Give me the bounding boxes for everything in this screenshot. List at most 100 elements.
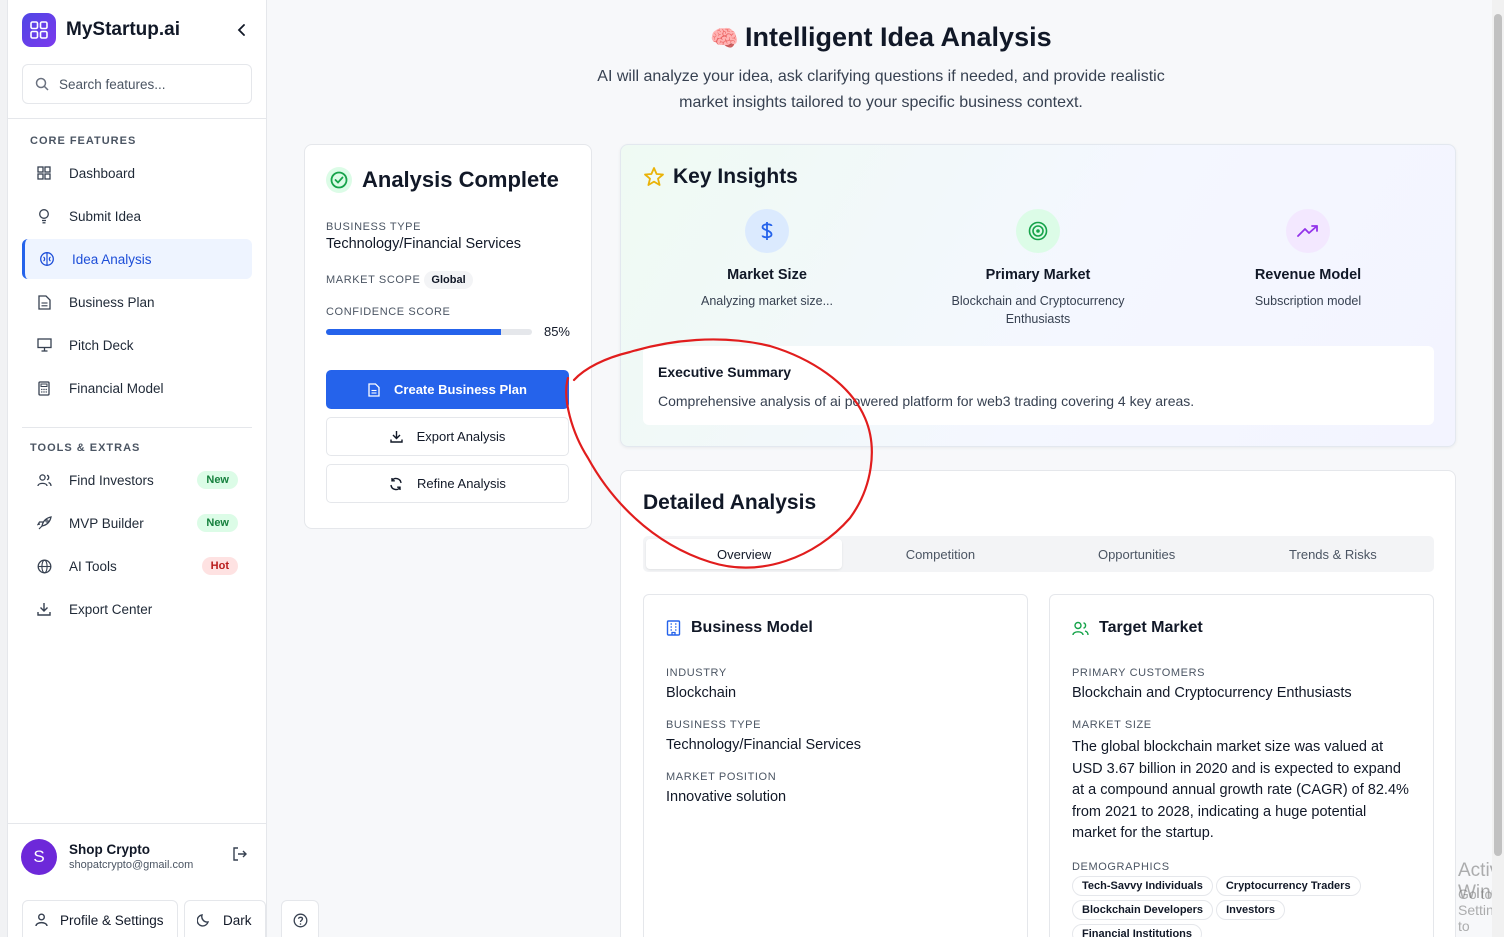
sidebar-item-business-plan[interactable]: Business Plan (22, 282, 252, 322)
section-title-tools: TOOLS & EXTRAS (30, 442, 141, 454)
sidebar-item-label: Business Plan (69, 294, 155, 310)
star-icon (644, 167, 664, 186)
insight-primary-market: Primary Market Blockchain and Cryptocurr… (918, 209, 1158, 328)
industry-label: INDUSTRY (666, 667, 727, 679)
logout-button[interactable] (232, 847, 247, 866)
profile-settings-label: Profile & Settings (60, 912, 164, 928)
primary-customers-value: Blockchain and Cryptocurrency Enthusiast… (1072, 685, 1352, 701)
users-icon (36, 472, 52, 488)
market-size-label: MARKET SIZE (1072, 719, 1152, 731)
analysis-complete-title: Analysis Complete (362, 167, 559, 192)
tab-opportunities[interactable]: Opportunities (1039, 539, 1235, 569)
logout-icon (233, 847, 247, 861)
executive-summary: Executive Summary Comprehensive analysis… (643, 346, 1434, 425)
market-size-value: The global blockchain market size was va… (1072, 739, 1409, 841)
confidence-percent: 85% (543, 324, 570, 339)
demographic-tag: Tech-Savvy Individuals (1072, 875, 1213, 896)
executive-summary-title: Executive Summary (658, 364, 792, 380)
demographic-tag: Investors (1216, 899, 1285, 920)
check-circle-icon (326, 167, 352, 193)
sidebar-item-dashboard[interactable]: Dashboard (22, 153, 252, 193)
tab-trends-risks[interactable]: Trends & Risks (1235, 539, 1431, 569)
target-market-card: Target Market PRIMARY CUSTOMERS Blockcha… (1049, 594, 1434, 937)
sidebar-item-label: Idea Analysis (72, 251, 152, 267)
sidebar-item-label: MVP Builder (69, 515, 144, 531)
sidebar-item-export-center[interactable]: Export Center (22, 589, 252, 629)
analysis-complete-card: Analysis Complete BUSINESS TYPE Technolo… (304, 144, 592, 529)
tab-competition[interactable]: Competition (842, 539, 1038, 569)
document-icon (368, 382, 380, 397)
key-insights-card: Key Insights Market Size Analyzing marke… (620, 144, 1456, 447)
sidebar-item-submit-idea[interactable]: Submit Idea (22, 196, 252, 236)
user-profile: S Shop Crypto shopatcrypto@gmail.com (8, 823, 266, 889)
search-input[interactable] (59, 76, 239, 92)
section-title-core: CORE FEATURES (30, 135, 137, 147)
search-icon (35, 77, 49, 91)
grid-icon (36, 165, 52, 181)
calculator-icon (36, 380, 52, 396)
sidebar-item-ai-tools[interactable]: AI Tools Hot (22, 546, 252, 586)
demographics-label: DEMOGRAPHICS (1072, 860, 1170, 873)
user-email: shopatcrypto@gmail.com (69, 859, 194, 871)
new-badge: New (197, 471, 238, 489)
rocket-icon (36, 515, 52, 531)
user-icon (35, 913, 48, 927)
business-type-value: Technology/Financial Services (666, 737, 862, 753)
sidebar-item-label: AI Tools (69, 558, 117, 574)
download-icon (389, 430, 403, 443)
moon-icon (197, 913, 211, 927)
main-content: 🧠 Intelligent Idea Analysis AI will analy… (267, 0, 1504, 937)
profile-settings-button[interactable]: Profile & Settings (22, 900, 178, 937)
refresh-icon (389, 477, 403, 491)
dark-mode-label: Dark (223, 912, 252, 928)
search-box[interactable] (22, 64, 252, 104)
window-edge (0, 0, 8, 937)
avatar[interactable]: S (21, 838, 57, 875)
business-model-card: Business Model INDUSTRY Blockchain BUSIN… (643, 594, 1028, 937)
insight-title: Market Size (727, 267, 807, 283)
dollar-icon (745, 209, 789, 253)
business-type-value: Technology/Financial Services (326, 236, 522, 252)
trending-up-icon (1286, 209, 1330, 253)
sidebar-item-find-investors[interactable]: Find Investors New (22, 460, 252, 500)
key-insights-title: Key Insights (673, 165, 798, 188)
dark-mode-toggle[interactable]: Dark (184, 900, 266, 937)
user-name: Shop Crypto (69, 842, 150, 857)
business-type-label: BUSINESS TYPE (666, 719, 762, 731)
globe-icon (36, 558, 52, 574)
business-type-label: BUSINESS TYPE (326, 221, 422, 233)
insight-text: Analyzing market size... (701, 294, 833, 308)
refine-analysis-button[interactable]: Refine Analysis (326, 464, 569, 503)
sidebar-item-mvp-builder[interactable]: MVP Builder New (22, 503, 252, 543)
presentation-icon (36, 337, 52, 353)
demographics-tags: Tech-Savvy Individuals Cryptocurrency Tra… (1072, 875, 1372, 937)
sidebar-item-label: Financial Model (69, 380, 164, 396)
brand-name: MyStartup.ai (66, 19, 181, 40)
building-icon (666, 620, 681, 636)
collapse-sidebar-button[interactable] (232, 20, 252, 40)
refine-analysis-label: Refine Analysis (417, 476, 506, 491)
page-title: 🧠 Intelligent Idea Analysis (267, 22, 1495, 53)
create-business-plan-label: Create Business Plan (394, 382, 527, 397)
market-scope-label: MARKET SCOPE (326, 274, 421, 286)
business-model-title: Business Model (691, 619, 813, 636)
tab-overview[interactable]: Overview (646, 539, 843, 569)
lightbulb-icon (36, 208, 52, 224)
scrollbar-thumb[interactable] (1494, 14, 1502, 856)
export-analysis-button[interactable]: Export Analysis (326, 417, 569, 456)
sidebar-item-label: Submit Idea (69, 208, 142, 224)
sidebar-item-financial-model[interactable]: Financial Model (22, 368, 252, 408)
insight-title: Revenue Model (1254, 267, 1362, 283)
scrollbar[interactable] (1492, 0, 1504, 937)
key-insights-heading: Key Insights (643, 165, 798, 189)
sidebar-item-idea-analysis[interactable]: Idea Analysis (22, 239, 252, 279)
brand: MyStartup.ai (8, 0, 266, 60)
download-icon (36, 601, 52, 617)
grid-logo-icon (22, 13, 56, 47)
brain-icon (39, 251, 55, 267)
hot-badge: Hot (201, 557, 238, 575)
sidebar-item-pitch-deck[interactable]: Pitch Deck (22, 325, 252, 365)
executive-summary-text: Comprehensive analysis of ai powered pla… (658, 393, 1195, 409)
create-business-plan-button[interactable]: Create Business Plan (326, 370, 569, 409)
demographic-tag: Blockchain Developers (1072, 899, 1214, 920)
